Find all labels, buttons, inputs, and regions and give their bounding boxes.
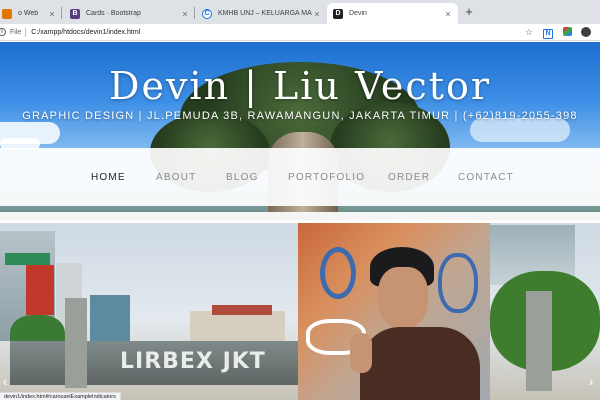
kmhb-icon: C: [202, 8, 212, 19]
building: [5, 253, 50, 265]
globe-icon: [2, 8, 12, 19]
url-scheme-label: File: [10, 28, 22, 36]
carousel: LIRBEX JKT ‹ ›: [0, 223, 600, 400]
tab-3[interactable]: C KMHB UNJ – KELUARGA MAHAS ×: [196, 3, 327, 24]
info-icon[interactable]: i: [0, 28, 6, 36]
divider: [25, 27, 27, 37]
carousel-prev-icon[interactable]: ‹: [0, 373, 12, 389]
main-nav: HOME ABOUT BLOG PORTOFOLIO ORDER CONTACT: [0, 148, 600, 206]
person-hand: [350, 333, 372, 373]
tab-4[interactable]: D Devin ×: [327, 3, 458, 24]
building: [26, 265, 54, 315]
nav-contact[interactable]: CONTACT: [458, 172, 514, 183]
graffiti-swirl: [320, 247, 356, 299]
carousel-next-icon[interactable]: ›: [584, 373, 598, 389]
graffiti-text: LIRBEX JKT: [120, 349, 266, 374]
tab-title: o Web: [18, 10, 39, 17]
pillar: [526, 291, 552, 391]
nav-order[interactable]: ORDER: [388, 172, 430, 183]
building: [212, 305, 272, 315]
site-title: Devin | Liu Vector: [109, 64, 491, 108]
url-input[interactable]: C:/xampp/htdocs/devin1/index.html: [31, 29, 524, 36]
devin-icon: D: [333, 8, 343, 19]
nav-blog[interactable]: BLOG: [226, 172, 259, 183]
person-body: [360, 327, 480, 400]
tab-2[interactable]: B Cards · Bootstrap ×: [64, 3, 195, 24]
new-tab-button[interactable]: +: [460, 3, 478, 21]
star-icon[interactable]: ☆: [524, 27, 534, 37]
tab-1[interactable]: o Web ×: [0, 3, 62, 24]
status-bar: devin1/index.html#carouselExampleIndicat…: [0, 392, 121, 400]
tab-strip: o Web × B Cards · Bootstrap × C KMHB UNJ…: [0, 0, 600, 24]
tab-title: Cards · Bootstrap: [86, 10, 141, 17]
tab-separator: [194, 7, 195, 19]
graffiti-swirl: [438, 253, 478, 313]
close-icon[interactable]: ×: [443, 9, 453, 19]
nav-home[interactable]: HOME: [91, 172, 126, 183]
profile-icon[interactable]: [581, 27, 591, 37]
address-bar: i File C:/xampp/htdocs/devin1/index.html…: [0, 24, 600, 41]
close-icon[interactable]: ×: [312, 9, 322, 19]
page-viewport: Devin | Liu Vector GRAPHIC DESIGN | JL.P…: [0, 42, 600, 400]
close-icon[interactable]: ×: [47, 9, 57, 19]
divider: [0, 212, 600, 220]
tab-title: KMHB UNJ – KELUARGA MAHAS: [218, 10, 312, 17]
close-icon[interactable]: ×: [180, 9, 190, 19]
extension-n-icon[interactable]: N: [543, 27, 553, 39]
pillar: [65, 298, 87, 388]
extension-cube-icon[interactable]: [562, 27, 572, 37]
tab-title: Devin: [349, 10, 367, 17]
graffiti-wall: LIRBEX JKT: [10, 341, 300, 385]
site-subtitle: GRAPHIC DESIGN | JL.PEMUDA 3B, RAWAMANGU…: [22, 110, 578, 122]
tab-separator: [61, 7, 62, 19]
bootstrap-icon: B: [70, 8, 80, 19]
person-face: [378, 267, 428, 329]
nav-about[interactable]: ABOUT: [156, 172, 196, 183]
nav-portofolio[interactable]: PORTOFOLIO: [288, 172, 365, 183]
hero-banner: Devin | Liu Vector GRAPHIC DESIGN | JL.P…: [0, 42, 600, 212]
